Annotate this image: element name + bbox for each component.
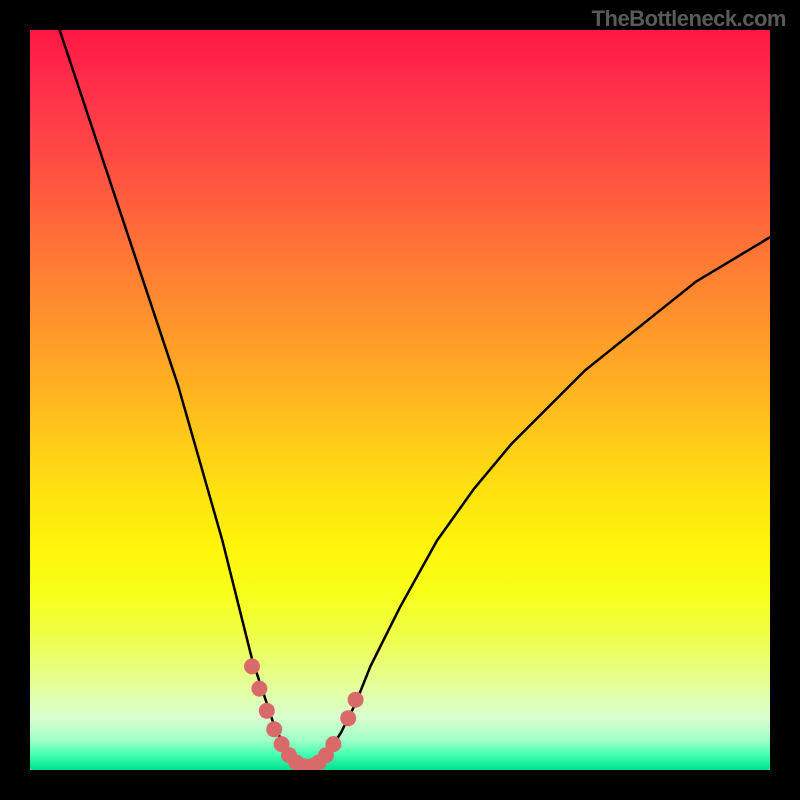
curve-layer — [30, 30, 770, 770]
highlight-dot — [259, 703, 275, 719]
highlight-dot — [244, 658, 260, 674]
highlight-dot — [348, 692, 364, 708]
plot-area — [30, 30, 770, 770]
highlight-dot — [266, 721, 282, 737]
highlight-dot — [251, 681, 267, 697]
watermark-text: TheBottleneck.com — [592, 6, 786, 32]
highlight-dot — [340, 710, 356, 726]
highlight-dot — [325, 736, 341, 752]
highlight-dots — [244, 658, 364, 770]
bottleneck-curve — [60, 30, 770, 766]
chart-frame: TheBottleneck.com — [0, 0, 800, 800]
